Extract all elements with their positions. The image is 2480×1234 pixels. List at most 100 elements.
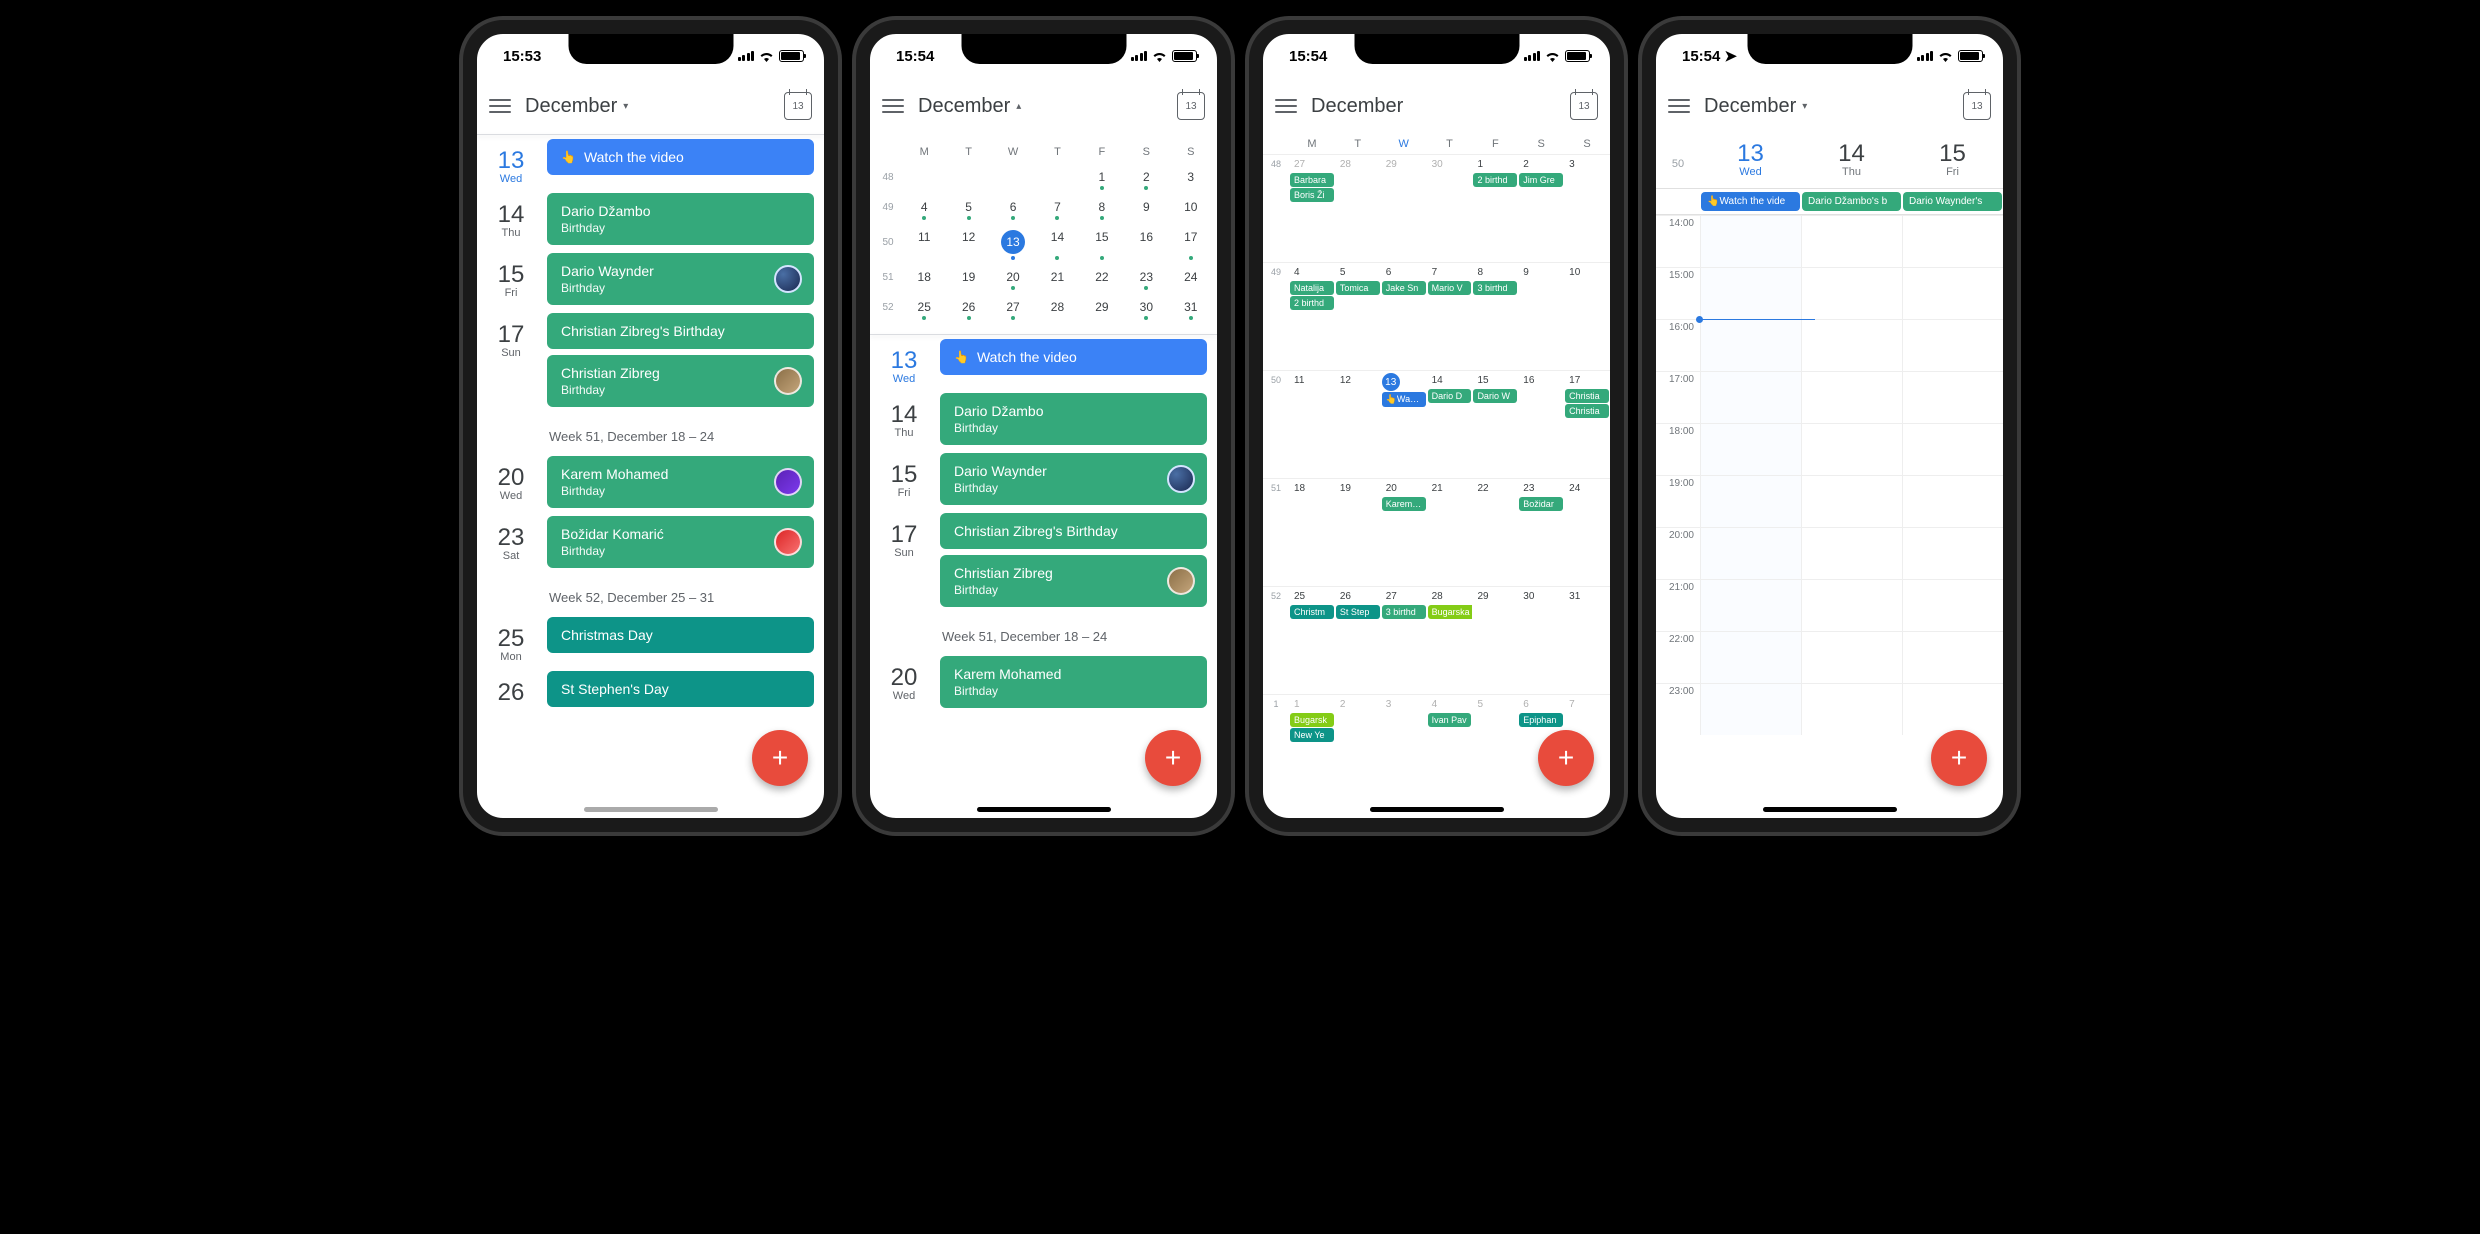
- event-chip[interactable]: Jake Sn: [1382, 281, 1426, 295]
- event-chip[interactable]: 3 birthd: [1473, 281, 1517, 295]
- month-label[interactable]: December: [1311, 95, 1556, 118]
- mini-day[interactable]: 16: [1124, 222, 1168, 262]
- month-day-cell[interactable]: 21: [1427, 479, 1473, 586]
- mini-day[interactable]: 7: [1035, 192, 1079, 222]
- mini-day[interactable]: 20: [991, 262, 1035, 292]
- month-day-cell[interactable]: 273 birthd: [1381, 587, 1427, 694]
- mini-day[interactable]: 23: [1124, 262, 1168, 292]
- hour-cell[interactable]: [1801, 684, 1902, 735]
- month-day-cell[interactable]: 10: [1564, 263, 1610, 370]
- event-chip[interactable]: Dario D: [1428, 389, 1472, 403]
- schedule-content[interactable]: 13Wed👆Watch the video14ThuDario DžamboBi…: [477, 135, 824, 818]
- event-card[interactable]: Karem MohamedBirthday: [940, 656, 1207, 708]
- event-card[interactable]: Dario WaynderBirthday: [940, 453, 1207, 505]
- menu-button[interactable]: [1668, 93, 1690, 119]
- hour-cell[interactable]: [1700, 424, 1801, 475]
- event-card[interactable]: Dario DžamboBirthday: [547, 193, 814, 245]
- today-button[interactable]: 13: [1963, 92, 1991, 120]
- create-event-fab[interactable]: +: [752, 730, 808, 786]
- mini-day[interactable]: 31: [1169, 292, 1213, 322]
- mini-day[interactable]: 21: [1035, 262, 1079, 292]
- home-indicator[interactable]: [1763, 807, 1897, 812]
- hour-cell[interactable]: [1902, 216, 2003, 267]
- hour-cell[interactable]: [1700, 684, 1801, 735]
- month-day-cell[interactable]: 20Karem M: [1381, 479, 1427, 586]
- month-day-cell[interactable]: 5: [1472, 695, 1518, 802]
- day-header[interactable]: 15Fri: [1902, 140, 2003, 178]
- month-day-cell[interactable]: 29: [1472, 587, 1518, 694]
- hour-cell[interactable]: [1902, 372, 2003, 423]
- mini-day[interactable]: 14: [1035, 222, 1079, 262]
- hour-cell[interactable]: [1902, 632, 2003, 683]
- mini-day[interactable]: 13: [991, 222, 1035, 262]
- hour-cell[interactable]: [1700, 580, 1801, 631]
- month-day-cell[interactable]: 30: [1427, 155, 1473, 262]
- mini-day[interactable]: 15: [1080, 222, 1124, 262]
- event-card[interactable]: Dario WaynderBirthday: [547, 253, 814, 305]
- event-chip[interactable]: Barbara: [1290, 173, 1334, 187]
- month-day-cell[interactable]: 28Bugarska: [1427, 587, 1473, 694]
- event-chip[interactable]: Boris Ži: [1290, 188, 1334, 202]
- home-indicator[interactable]: [1370, 807, 1504, 812]
- month-day-cell[interactable]: 29: [1381, 155, 1427, 262]
- event-card[interactable]: 👆Watch the video: [547, 139, 814, 175]
- event-card[interactable]: St Stephen's Day: [547, 671, 814, 707]
- month-day-cell[interactable]: 2: [1335, 695, 1381, 802]
- event-card[interactable]: Christian Zibreg's Birthday: [547, 313, 814, 349]
- event-card[interactable]: Christian ZibregBirthday: [940, 555, 1207, 607]
- mini-day[interactable]: 3: [1169, 162, 1213, 192]
- mini-day[interactable]: 6: [991, 192, 1035, 222]
- event-chip[interactable]: Tomica: [1336, 281, 1380, 295]
- month-selector[interactable]: December ▴: [918, 95, 1163, 118]
- month-day-cell[interactable]: 19: [1335, 479, 1381, 586]
- event-chip[interactable]: 2 birthd: [1473, 173, 1517, 187]
- month-day-cell[interactable]: 13👆Watch: [1381, 371, 1427, 478]
- menu-button[interactable]: [1275, 93, 1297, 119]
- today-button[interactable]: 13: [1570, 92, 1598, 120]
- hour-cell[interactable]: [1700, 476, 1801, 527]
- hour-cell[interactable]: [1801, 372, 1902, 423]
- event-chip[interactable]: Karem M: [1382, 497, 1426, 511]
- event-chip[interactable]: Dario W: [1473, 389, 1517, 403]
- event-card[interactable]: Dario DžamboBirthday: [940, 393, 1207, 445]
- menu-button[interactable]: [489, 93, 511, 119]
- event-chip[interactable]: Ivan Pav: [1428, 713, 1472, 727]
- mini-day[interactable]: 8: [1080, 192, 1124, 222]
- month-day-cell[interactable]: 3: [1564, 155, 1610, 262]
- mini-day[interactable]: 28: [1035, 292, 1079, 322]
- event-card[interactable]: Christian ZibregBirthday: [547, 355, 814, 407]
- month-day-cell[interactable]: 23Božidar: [1518, 479, 1564, 586]
- month-day-cell[interactable]: 4Natalija2 birthd: [1289, 263, 1335, 370]
- home-indicator[interactable]: [584, 807, 718, 812]
- month-grid[interactable]: MTWTFSS4827BarbaraBoris Ži28293012 birth…: [1263, 134, 1610, 802]
- month-selector[interactable]: December ▾: [525, 95, 770, 118]
- month-day-cell[interactable]: 6Jake Sn: [1381, 263, 1427, 370]
- event-card[interactable]: Christmas Day: [547, 617, 814, 653]
- month-day-cell[interactable]: 4Ivan Pav: [1427, 695, 1473, 802]
- month-day-cell[interactable]: 83 birthd: [1472, 263, 1518, 370]
- event-chip[interactable]: 2 birthd: [1290, 296, 1334, 310]
- event-chip[interactable]: Mario V: [1428, 281, 1472, 295]
- allday-event[interactable]: Dario Džambo's b: [1802, 192, 1901, 211]
- mini-day[interactable]: 5: [946, 192, 990, 222]
- event-card[interactable]: Christian Zibreg's Birthday: [940, 513, 1207, 549]
- hour-cell[interactable]: [1700, 320, 1801, 371]
- mini-day[interactable]: 2: [1124, 162, 1168, 192]
- event-chip[interactable]: Božidar: [1519, 497, 1563, 511]
- event-chip[interactable]: 3 birthd: [1382, 605, 1426, 619]
- schedule-content[interactable]: 13Wed👆Watch the video14ThuDario DžamboBi…: [870, 335, 1217, 712]
- month-day-cell[interactable]: 30: [1518, 587, 1564, 694]
- create-event-fab[interactable]: +: [1931, 730, 1987, 786]
- event-chip[interactable]: Christia: [1565, 389, 1609, 403]
- create-event-fab[interactable]: +: [1538, 730, 1594, 786]
- hour-cell[interactable]: [1902, 424, 2003, 475]
- event-chip[interactable]: Christia: [1565, 404, 1609, 418]
- event-chip[interactable]: Christm: [1290, 605, 1334, 619]
- mini-day[interactable]: [902, 162, 946, 192]
- menu-button[interactable]: [882, 93, 904, 119]
- event-card[interactable]: Karem MohamedBirthday: [547, 456, 814, 508]
- day-header[interactable]: 13Wed: [1700, 140, 1801, 178]
- event-chip[interactable]: 👆Watch: [1382, 392, 1426, 407]
- mini-day[interactable]: 30: [1124, 292, 1168, 322]
- hour-cell[interactable]: [1902, 320, 2003, 371]
